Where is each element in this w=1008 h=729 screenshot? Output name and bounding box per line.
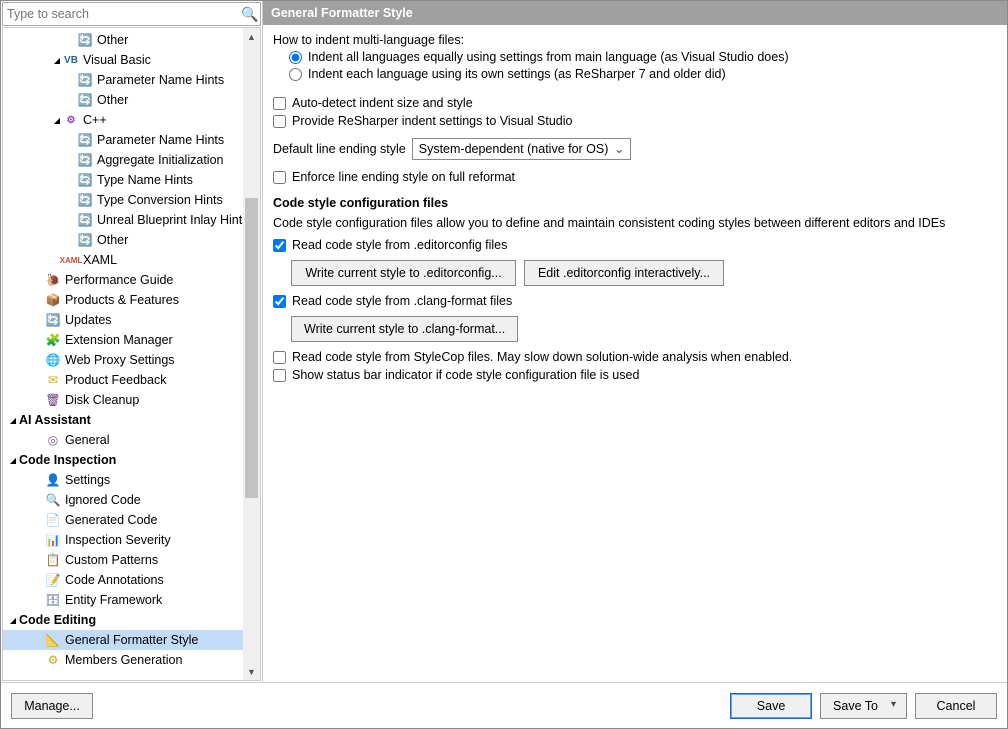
- tree-group-code-editing[interactable]: Code Editing: [3, 610, 260, 630]
- search-icon: 🔍: [240, 4, 260, 24]
- tree-item-ci-patterns[interactable]: 📋Custom Patterns: [3, 550, 260, 570]
- check-provide-vs[interactable]: Provide ReSharper indent settings to Vis…: [273, 114, 997, 128]
- config-files-desc: Code style configuration files allow you…: [273, 216, 997, 230]
- config-files-heading: Code style configuration files: [273, 196, 997, 210]
- btn-edit-editorconfig[interactable]: Edit .editorconfig interactively...: [524, 260, 724, 286]
- check-status-indicator[interactable]: Show status bar indicator if code style …: [273, 368, 997, 382]
- btn-write-clang[interactable]: Write current style to .clang-format...: [291, 316, 518, 342]
- tree-item-ci-settings[interactable]: 👤Settings: [3, 470, 260, 490]
- scroll-thumb[interactable]: [245, 198, 258, 498]
- check-enforce-line-input[interactable]: [273, 171, 286, 184]
- tree-group-code-inspection[interactable]: Code Inspection: [3, 450, 260, 470]
- radio-indent-each[interactable]: Indent each language using its own setti…: [289, 67, 997, 81]
- check-read-stylecop[interactable]: Read code style from StyleCop files. May…: [273, 350, 997, 364]
- tree-item-cpp-conv-hints[interactable]: 🔄Type Conversion Hints: [3, 190, 260, 210]
- check-read-editorconfig[interactable]: Read code style from .editorconfig files: [273, 238, 997, 252]
- check-read-stylecop-input[interactable]: [273, 351, 286, 364]
- tree-item-feedback[interactable]: ✉Product Feedback: [3, 370, 260, 390]
- tree-item-ai-general[interactable]: ◎General: [3, 430, 260, 450]
- check-auto-detect-input[interactable]: [273, 97, 286, 110]
- tree-item-updates[interactable]: 🔄Updates: [3, 310, 260, 330]
- content-panel: General Formatter Style How to indent mu…: [263, 1, 1007, 682]
- tree-item-ci-severity[interactable]: 📊Inspection Severity: [3, 530, 260, 550]
- tree-item-ci-generated[interactable]: 📄Generated Code: [3, 510, 260, 530]
- tree-item-xaml[interactable]: XAMLXAML: [3, 250, 260, 270]
- scroll-up-icon[interactable]: ▲: [243, 28, 260, 45]
- check-provide-vs-input[interactable]: [273, 115, 286, 128]
- tree-item-cpp-param-hints[interactable]: 🔄Parameter Name Hints: [3, 130, 260, 150]
- check-read-clang[interactable]: Read code style from .clang-format files: [273, 294, 997, 308]
- save-to-button[interactable]: Save To: [820, 693, 907, 719]
- tree-item-diskcleanup[interactable]: 🗑Disk Cleanup: [3, 390, 260, 410]
- tree-item-vb-other[interactable]: 🔄Other: [3, 90, 260, 110]
- check-read-clang-input[interactable]: [273, 295, 286, 308]
- tree-scrollbar[interactable]: ▲ ▼: [243, 28, 260, 680]
- tree-item-general-formatter-style[interactable]: 📐General Formatter Style: [3, 630, 260, 650]
- tree-item-cpp[interactable]: ⚙C++: [3, 110, 260, 130]
- radio-indent-all[interactable]: Indent all languages equally using setti…: [289, 50, 997, 64]
- check-read-editorconfig-input[interactable]: [273, 239, 286, 252]
- cancel-button[interactable]: Cancel: [915, 693, 997, 719]
- line-ending-label: Default line ending style: [273, 142, 406, 156]
- line-ending-combo[interactable]: System-dependent (native for OS): [412, 138, 632, 160]
- tree-item-visual-basic[interactable]: VBVisual Basic: [3, 50, 260, 70]
- tree-item-ci-ef[interactable]: 🗄Entity Framework: [3, 590, 260, 610]
- tree-item-cpp-other[interactable]: 🔄Other: [3, 230, 260, 250]
- settings-tree[interactable]: 🔄Other VBVisual Basic 🔄Parameter Name Hi…: [2, 27, 261, 681]
- tree-item-products[interactable]: 📦Products & Features: [3, 290, 260, 310]
- check-auto-detect[interactable]: Auto-detect indent size and style: [273, 96, 997, 110]
- indent-question: How to indent multi-language files:: [273, 33, 997, 47]
- tree-item-cpp-unreal[interactable]: 🔄Unreal Blueprint Inlay Hints: [3, 210, 260, 230]
- line-ending-value: System-dependent (native for OS): [419, 142, 609, 156]
- check-status-indicator-input[interactable]: [273, 369, 286, 382]
- radio-indent-each-input[interactable]: [289, 68, 302, 81]
- sidebar: 🔍 🔄Other VBVisual Basic 🔄Parameter Name …: [1, 1, 263, 682]
- tree-item-perf[interactable]: 🐌Performance Guide: [3, 270, 260, 290]
- scroll-down-icon[interactable]: ▼: [243, 663, 260, 680]
- tree-item-proxy[interactable]: 🌐Web Proxy Settings: [3, 350, 260, 370]
- save-button[interactable]: Save: [730, 693, 812, 719]
- check-enforce-line[interactable]: Enforce line ending style on full reform…: [273, 170, 997, 184]
- radio-indent-all-input[interactable]: [289, 51, 302, 64]
- tree-item-vb-param-hints[interactable]: 🔄Parameter Name Hints: [3, 70, 260, 90]
- tree-item-other[interactable]: 🔄Other: [3, 30, 260, 50]
- panel-title: General Formatter Style: [263, 1, 1007, 25]
- tree-item-cpp-type-hints[interactable]: 🔄Type Name Hints: [3, 170, 260, 190]
- btn-write-editorconfig[interactable]: Write current style to .editorconfig...: [291, 260, 516, 286]
- tree-item-extmgr[interactable]: 🧩Extension Manager: [3, 330, 260, 350]
- tree-group-ai-assistant[interactable]: AI Assistant: [3, 410, 260, 430]
- tree-item-cpp-agg-init[interactable]: 🔄Aggregate Initialization: [3, 150, 260, 170]
- tree-item-ci-annotations[interactable]: 📝Code Annotations: [3, 570, 260, 590]
- search-input[interactable]: [3, 4, 240, 24]
- manage-button[interactable]: Manage...: [11, 693, 93, 719]
- tree-item-members-generation[interactable]: ⚙Members Generation: [3, 650, 260, 670]
- tree-item-ci-ignored[interactable]: 🔍Ignored Code: [3, 490, 260, 510]
- search-box[interactable]: 🔍: [2, 2, 261, 26]
- bottom-bar: Manage... Save Save To Cancel: [1, 682, 1007, 728]
